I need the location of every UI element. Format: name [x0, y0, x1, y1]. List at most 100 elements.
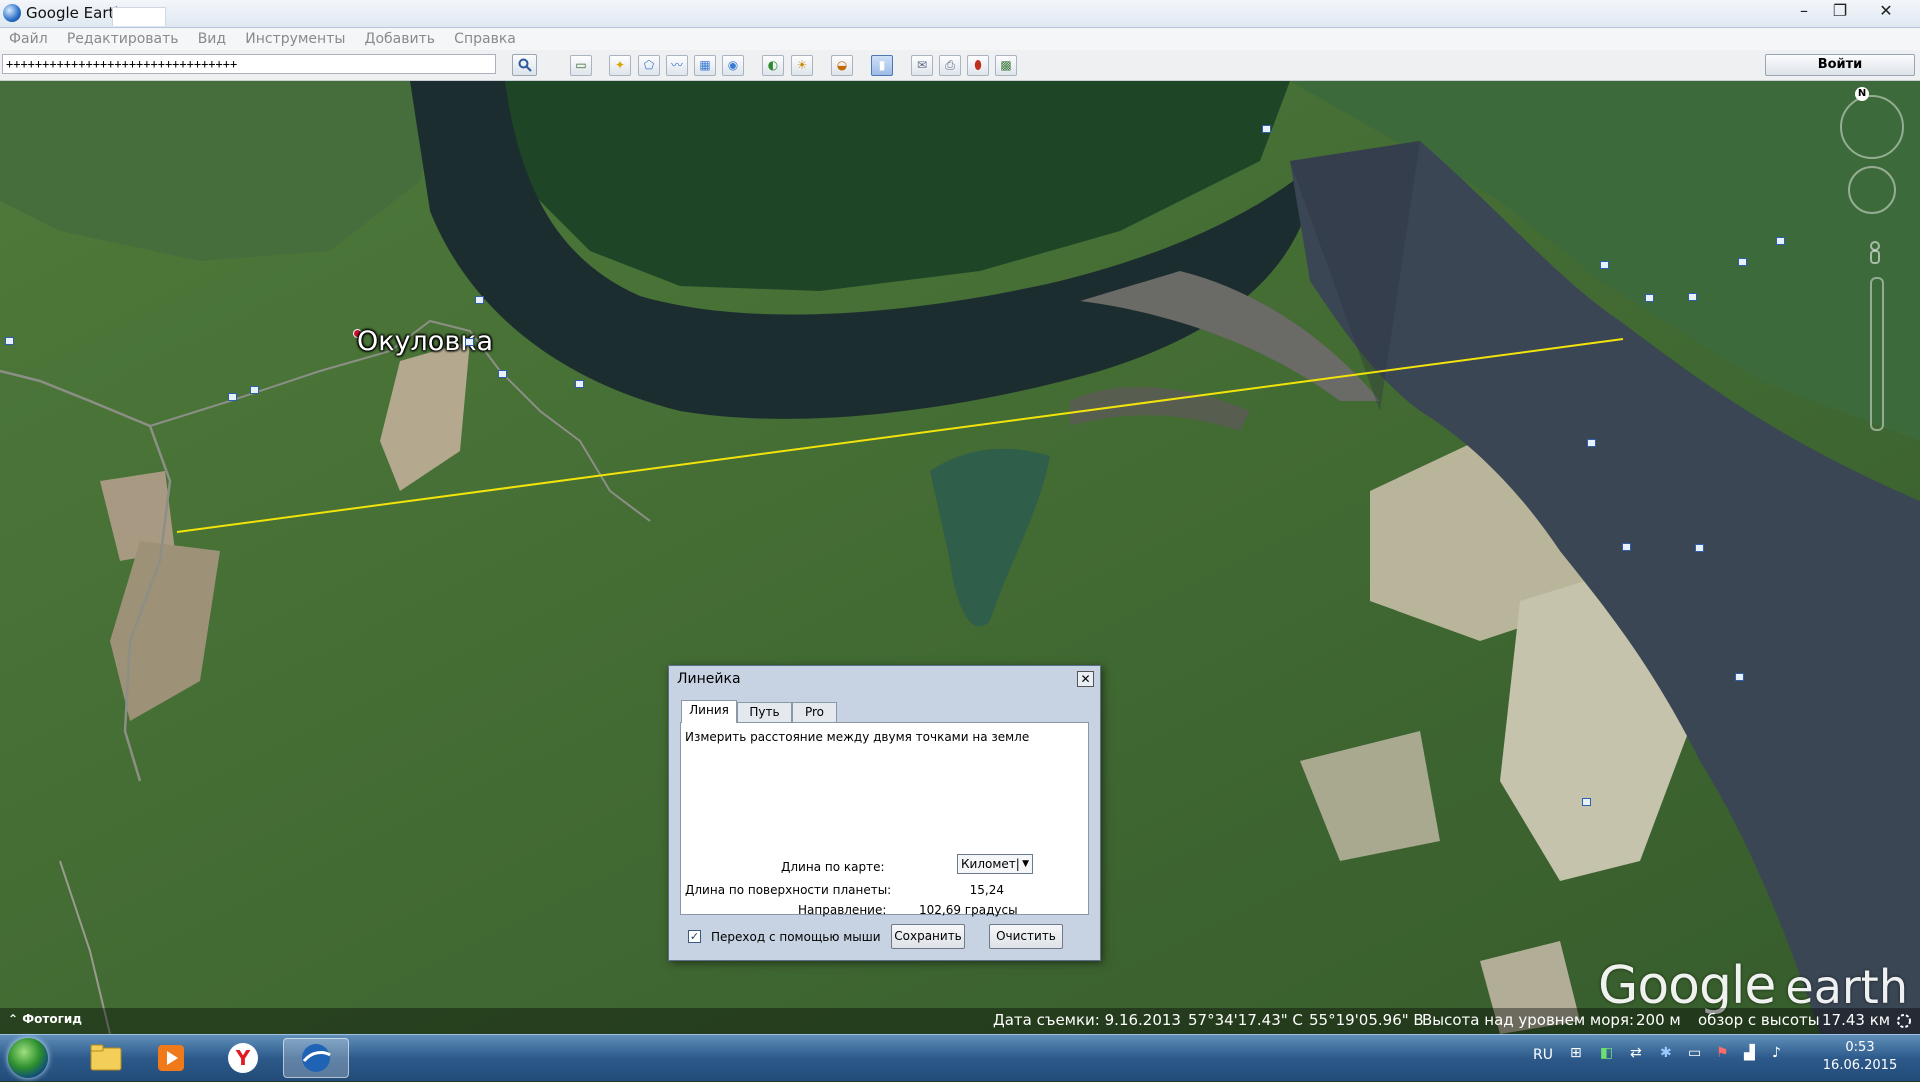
email-button[interactable]: ✉: [911, 55, 933, 76]
road-marker[interactable]: [250, 386, 259, 394]
signal-icon[interactable]: ▟: [1744, 1045, 1755, 1061]
record-tour-button[interactable]: ◉: [722, 55, 744, 76]
menu-tools[interactable]: Инструменты: [245, 28, 345, 50]
add-polygon-button[interactable]: ⬠: [638, 55, 660, 76]
path-icon: 〰: [670, 58, 683, 72]
map-view[interactable]: Окуловка N Google earth Линейка ✕ Линия П…: [0, 81, 1920, 1034]
move-ring[interactable]: [1848, 166, 1896, 214]
historical-imagery-button[interactable]: ◐: [762, 55, 784, 76]
close-button[interactable]: ✕: [1868, 1, 1904, 23]
save-button[interactable]: Сохранить: [891, 924, 965, 949]
windows-flag-icon[interactable]: ⊞: [1570, 1045, 1582, 1061]
road-marker[interactable]: [1262, 125, 1271, 133]
minimize-button[interactable]: –: [1786, 1, 1822, 23]
road-marker[interactable]: [5, 337, 14, 345]
globe-icon: [302, 1044, 331, 1072]
sunlight-button[interactable]: ☀: [791, 55, 813, 76]
tab-line[interactable]: Линия: [681, 700, 737, 723]
language-indicator[interactable]: RU: [1533, 1047, 1553, 1063]
road-marker[interactable]: [228, 393, 237, 401]
magnifier-icon: [518, 58, 532, 72]
road-marker[interactable]: [1622, 543, 1631, 551]
photo-guide-button[interactable]: ⌃ Фотогид: [8, 1012, 82, 1026]
ground-length-value: 15,24: [969, 883, 1004, 897]
ruler-button[interactable]: ▮: [871, 55, 893, 76]
heading-value: 102,69 градусы: [919, 903, 1018, 917]
explorer-taskbar-button[interactable]: [75, 1038, 137, 1078]
map-length-label: Длина по карте:: [781, 860, 885, 874]
add-overlay-button[interactable]: ▦: [694, 55, 716, 76]
toolbar: ++++++++++++++++++++++++++++++++ ▭ ✦ ⬠ 〰…: [0, 50, 1920, 130]
map-pin-icon: ⬮: [974, 58, 982, 72]
search-input[interactable]: ++++++++++++++++++++++++++++++++: [2, 54, 496, 74]
ruler-dialog: Линейка ✕ Линия Путь Pro Измерить рассто…: [668, 665, 1101, 961]
dialog-close-button[interactable]: ✕: [1077, 671, 1094, 687]
add-path-button[interactable]: 〰: [666, 55, 688, 76]
menu-edit[interactable]: Редактировать: [67, 28, 179, 50]
menu-view[interactable]: Вид: [198, 28, 226, 50]
road-marker[interactable]: [1738, 258, 1747, 266]
compass-north[interactable]: N: [1855, 87, 1869, 101]
search-button[interactable]: [512, 54, 537, 76]
mouse-nav-checkbox[interactable]: ✓: [688, 930, 701, 943]
planets-button[interactable]: ◒: [831, 55, 853, 76]
tab-path[interactable]: Путь: [737, 702, 792, 722]
road-marker[interactable]: [1587, 439, 1596, 447]
tray-app-icon[interactable]: ◧: [1600, 1045, 1613, 1061]
road-marker[interactable]: [1776, 237, 1785, 245]
google-earth-logo: Google earth: [1598, 956, 1908, 1016]
media-player-taskbar-button[interactable]: [140, 1038, 202, 1078]
clock-time: 0:53: [1845, 1040, 1875, 1055]
road-marker[interactable]: [1688, 293, 1697, 301]
bluetooth-icon[interactable]: ✱: [1660, 1045, 1672, 1061]
close-icon: ✕: [1080, 672, 1091, 686]
sidebar-icon: ▭: [575, 58, 587, 72]
zoom-slider[interactable]: [1870, 277, 1884, 431]
menu-file[interactable]: Файл: [9, 28, 48, 50]
street-view-icon[interactable]: [1867, 241, 1883, 265]
road-marker[interactable]: [1695, 544, 1704, 552]
ruler-icon: ▮: [878, 58, 886, 72]
google-earth-taskbar-button[interactable]: [283, 1038, 349, 1078]
yandex-icon: Y: [228, 1043, 258, 1073]
add-placemark-button[interactable]: ✦: [609, 55, 631, 76]
unit-select[interactable]: Километ| ▼: [957, 854, 1033, 874]
system-clock[interactable]: 0:53 16.06.2015: [1810, 1039, 1910, 1075]
menu-help[interactable]: Справка: [454, 28, 516, 50]
menu-bar: Файл Редактировать Вид Инструменты Добав…: [0, 28, 1920, 50]
view-in-maps-button[interactable]: ⬮: [967, 55, 989, 76]
yandex-browser-taskbar-button[interactable]: Y: [212, 1038, 274, 1078]
road-marker[interactable]: [1735, 673, 1744, 681]
status-bar: ⌃ Фотогид Дата съемки: 9.16.2013 57°34'1…: [0, 1008, 1920, 1034]
road-marker[interactable]: [475, 296, 484, 304]
menu-add[interactable]: Добавить: [365, 28, 435, 50]
maximize-button[interactable]: ❐: [1822, 1, 1858, 23]
display-icon[interactable]: ▭: [1688, 1045, 1701, 1061]
sidebar-toggle-button[interactable]: ▭: [570, 55, 592, 76]
tab-pro[interactable]: Pro: [792, 702, 837, 722]
volume-icon[interactable]: ♪: [1772, 1045, 1781, 1061]
network-icon[interactable]: ⇄: [1630, 1045, 1642, 1061]
clock-date: 16.06.2015: [1822, 1058, 1898, 1073]
eye-altitude-label: обзор с высоты: [1698, 1011, 1820, 1029]
svg-text:Y: Y: [235, 1046, 251, 1070]
login-button[interactable]: Войти: [1765, 54, 1915, 76]
road-marker[interactable]: [575, 380, 584, 388]
action-center-icon[interactable]: ⚑: [1716, 1045, 1729, 1061]
clear-button[interactable]: Очистить: [989, 924, 1063, 949]
road-marker[interactable]: [465, 338, 474, 346]
longitude: 55°19'05.96" В: [1309, 1011, 1424, 1029]
look-ring[interactable]: [1840, 95, 1904, 159]
title-bar: Google Earth – ❐ ✕: [0, 0, 1920, 28]
road-marker[interactable]: [1600, 261, 1609, 269]
planet-icon: ◒: [836, 58, 848, 72]
taskbar: Y RU ⊞ ◧ ⇄ ✱ ▭ ⚑ ▟ ♪ 0:53 16.06.2015: [0, 1034, 1920, 1081]
sun-icon: ☀: [796, 58, 808, 72]
road-marker[interactable]: [498, 370, 507, 378]
start-button[interactable]: [8, 1038, 48, 1078]
dialog-description: Измерить расстояние между двумя точками …: [685, 730, 1030, 744]
save-image-button[interactable]: ▩: [995, 55, 1017, 76]
road-marker[interactable]: [1582, 798, 1591, 806]
road-marker[interactable]: [1645, 294, 1654, 302]
print-button[interactable]: ⎙: [939, 55, 961, 76]
